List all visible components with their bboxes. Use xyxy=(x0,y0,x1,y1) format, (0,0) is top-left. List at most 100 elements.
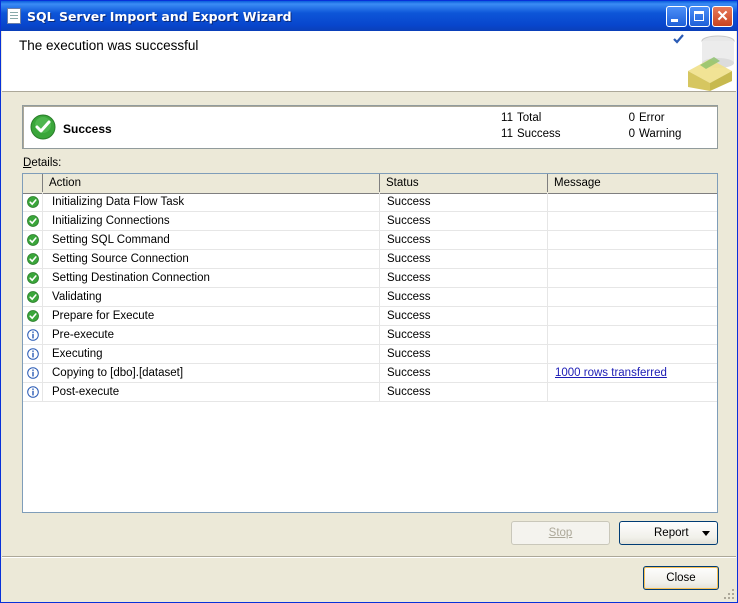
message-cell xyxy=(548,307,717,325)
status-column-header[interactable]: Status xyxy=(380,174,548,192)
status-cell: Success xyxy=(380,383,548,401)
maximize-button[interactable] xyxy=(689,6,710,27)
action-cell: Copying to [dbo].[dataset] xyxy=(43,364,380,382)
action-cell: Pre-execute xyxy=(43,326,380,344)
status-cell: Success xyxy=(380,212,548,230)
action-cell: Initializing Connections xyxy=(43,212,380,230)
app-icon xyxy=(7,8,21,24)
stop-button[interactable]: Stop xyxy=(511,521,610,545)
row-icon-cell xyxy=(23,250,43,268)
message-cell xyxy=(548,269,717,287)
action-cell: Initializing Data Flow Task xyxy=(43,193,380,211)
action-column-header[interactable]: Action xyxy=(43,174,380,192)
error-stat: 0 Error xyxy=(628,112,665,124)
warning-stat: 0 Warning xyxy=(628,128,682,140)
table-row[interactable]: Initializing Data Flow Task Success xyxy=(23,193,717,212)
resize-grip-icon[interactable] xyxy=(723,588,735,600)
action-cell: Setting SQL Command xyxy=(43,231,380,249)
message-cell: 1000 rows transferred xyxy=(548,364,717,382)
rows-transferred-link[interactable]: 1000 rows transferred xyxy=(555,367,667,379)
status-cell: Success xyxy=(380,307,548,325)
info-icon xyxy=(27,329,39,341)
table-row[interactable]: Prepare for Execute Success xyxy=(23,307,717,326)
dropdown-arrow-icon xyxy=(702,531,710,536)
report-button[interactable]: Report xyxy=(619,521,718,545)
info-icon xyxy=(27,348,39,360)
success-icon xyxy=(27,234,39,246)
success-icon xyxy=(27,310,39,322)
success-icon xyxy=(27,215,39,227)
action-cell: Prepare for Execute xyxy=(43,307,380,325)
message-cell xyxy=(548,250,717,268)
icon-column-header[interactable] xyxy=(23,174,43,192)
row-icon-cell xyxy=(23,326,43,344)
title-bar[interactable]: SQL Server Import and Export Wizard ✕ xyxy=(1,1,737,31)
status-cell: Success xyxy=(380,364,548,382)
stop-label: Stop xyxy=(548,527,573,539)
message-column-header[interactable]: Message xyxy=(548,174,717,192)
action-cell: Setting Destination Connection xyxy=(43,269,380,287)
success-check-icon xyxy=(30,114,56,140)
message-cell xyxy=(548,326,717,344)
message-cell xyxy=(548,231,717,249)
table-row[interactable]: Copying to [dbo].[dataset] Success 1000 ro… xyxy=(23,364,717,383)
table-row[interactable]: Executing Success xyxy=(23,345,717,364)
row-icon-cell xyxy=(23,307,43,325)
status-cell: Success xyxy=(380,288,548,306)
minimize-button[interactable] xyxy=(666,6,687,27)
status-cell: Success xyxy=(380,193,548,211)
footer-divider xyxy=(2,556,736,558)
row-icon-cell xyxy=(23,269,43,287)
row-icon-cell xyxy=(23,288,43,306)
wizard-window: SQL Server Import and Export Wizard ✕ Th… xyxy=(0,0,738,603)
table-row[interactable]: Initializing Connections Success xyxy=(23,212,717,231)
success-icon xyxy=(27,253,39,265)
info-icon xyxy=(27,386,39,398)
status-cell: Success xyxy=(380,345,548,363)
action-cell: Post-execute xyxy=(43,383,380,401)
row-icon-cell xyxy=(23,364,43,382)
row-icon-cell xyxy=(23,212,43,230)
table-row[interactable]: Validating Success xyxy=(23,288,717,307)
status-cell: Success xyxy=(380,231,548,249)
message-cell xyxy=(548,212,717,230)
success-icon xyxy=(27,196,39,208)
message-cell xyxy=(548,383,717,401)
wizard-header: The execution was successful xyxy=(2,31,736,92)
details-label: Details: xyxy=(23,157,62,169)
page-title: The execution was successful xyxy=(19,38,199,53)
row-icon-cell xyxy=(23,345,43,363)
report-label: Report xyxy=(654,527,689,539)
action-cell: Validating xyxy=(43,288,380,306)
row-icon-cell xyxy=(23,193,43,211)
close-button[interactable]: Close xyxy=(643,566,719,590)
row-icon-cell xyxy=(23,231,43,249)
window-title: SQL Server Import and Export Wizard xyxy=(27,9,292,24)
action-cell: Setting Source Connection xyxy=(43,250,380,268)
message-cell xyxy=(548,345,717,363)
message-cell xyxy=(548,288,717,306)
table-row[interactable]: Setting Destination Connection Success xyxy=(23,269,717,288)
close-window-button[interactable]: ✕ xyxy=(712,6,733,27)
total-stat: 11 Total xyxy=(501,112,542,124)
table-row[interactable]: Post-execute Success xyxy=(23,383,717,402)
status-cell: Success xyxy=(380,326,548,344)
action-cell: Executing xyxy=(43,345,380,363)
details-grid[interactable]: Action Status Message Initializing Data … xyxy=(22,173,718,513)
table-row[interactable]: Setting Source Connection Success xyxy=(23,250,717,269)
success-stat: 11 Success xyxy=(501,128,561,140)
database-graphic-icon xyxy=(673,34,735,91)
grid-header: Action Status Message xyxy=(23,174,717,194)
summary-status: Success xyxy=(63,122,112,136)
close-icon: ✕ xyxy=(716,8,729,25)
table-row[interactable]: Setting SQL Command Success xyxy=(23,231,717,250)
success-icon xyxy=(27,272,39,284)
status-cell: Success xyxy=(380,269,548,287)
close-label: Close xyxy=(666,572,696,584)
success-icon xyxy=(27,291,39,303)
info-icon xyxy=(27,367,39,379)
message-cell xyxy=(548,193,717,211)
table-row[interactable]: Pre-execute Success xyxy=(23,326,717,345)
execution-summary-panel: Success 11 Total 11 Success 0 Error 0 Warnin… xyxy=(22,105,718,149)
status-cell: Success xyxy=(380,250,548,268)
